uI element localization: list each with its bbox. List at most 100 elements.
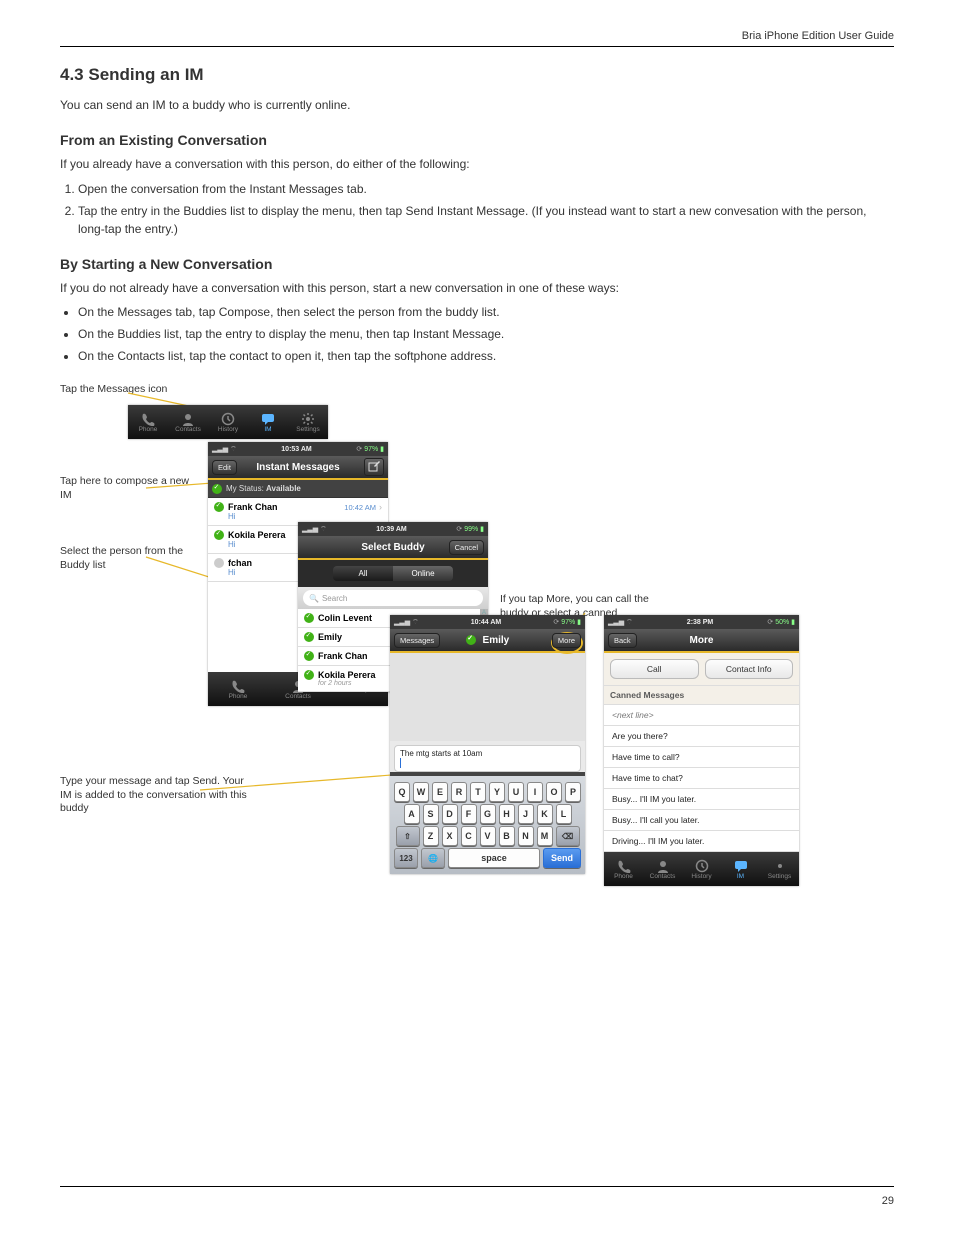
- key-z[interactable]: Z: [423, 826, 439, 846]
- key-h[interactable]: H: [499, 804, 515, 824]
- space-key[interactable]: space: [448, 848, 540, 868]
- text-cursor: [400, 758, 401, 768]
- presence-icon: [304, 613, 314, 623]
- list-item[interactable]: Busy... I'll IM you later.: [604, 789, 799, 810]
- tab-phone[interactable]: Phone: [208, 672, 268, 706]
- key-c[interactable]: C: [461, 826, 477, 846]
- statusbar-a: ▂▃▅ ⌔ 10:53 AM ⟳ 97% ▮: [208, 442, 388, 456]
- key-n[interactable]: N: [518, 826, 534, 846]
- key-b[interactable]: B: [499, 826, 515, 846]
- list-item[interactable]: Have time to chat?: [604, 768, 799, 789]
- tab-im[interactable]: IM: [721, 852, 760, 886]
- list-item[interactable]: Are you there?: [604, 726, 799, 747]
- tab-history[interactable]: History: [682, 852, 721, 886]
- presence-icon: [214, 558, 224, 568]
- search-input[interactable]: Search: [303, 590, 483, 606]
- bullet-2: On the Buddies list, tap the entry to di…: [78, 325, 894, 343]
- method1-steps: Open the conversation from the Instant M…: [78, 180, 894, 238]
- key-i[interactable]: I: [527, 782, 543, 802]
- list-item[interactable]: Driving... I'll IM you later.: [604, 831, 799, 852]
- backspace-key[interactable]: ⌫: [556, 826, 580, 846]
- back-button[interactable]: Back: [608, 633, 637, 648]
- call-button[interactable]: Call: [610, 659, 699, 679]
- my-status-row[interactable]: My Status: Available: [208, 480, 388, 498]
- battery-b: 99%: [464, 526, 478, 533]
- edit-button[interactable]: Edit: [212, 460, 237, 475]
- tab-contacts[interactable]: Contacts: [168, 405, 208, 439]
- list-item[interactable]: Have time to call?: [604, 747, 799, 768]
- list-item[interactable]: Busy... I'll call you later.: [604, 810, 799, 831]
- key-g[interactable]: G: [480, 804, 496, 824]
- key-u[interactable]: U: [508, 782, 524, 802]
- send-key[interactable]: Send: [543, 848, 581, 868]
- tab-phone[interactable]: Phone: [604, 852, 643, 886]
- statusbar-c: ▂▃▅ ⌔ 10:44 AM ⟳ 97% ▮: [390, 615, 585, 629]
- key-d[interactable]: D: [442, 804, 458, 824]
- key-k[interactable]: K: [537, 804, 553, 824]
- list-item[interactable]: <next line>: [604, 705, 799, 726]
- more-button[interactable]: More: [552, 633, 581, 648]
- tab-contacts-label: Contacts: [175, 426, 201, 433]
- contact-info-button[interactable]: Contact Info: [705, 659, 794, 679]
- key-r[interactable]: R: [451, 782, 467, 802]
- keyboard: QWERTYUIOP ASDFGHJKL ⇧ ZXCVBNM ⌫ 123 🌐 s…: [390, 776, 585, 874]
- key-y[interactable]: Y: [489, 782, 505, 802]
- key-o[interactable]: O: [546, 782, 562, 802]
- search-bar: Search: [298, 587, 488, 609]
- key-s[interactable]: S: [423, 804, 439, 824]
- tab-history[interactable]: History: [208, 405, 248, 439]
- bullet-1: On the Messages tab, tap Compose, then s…: [78, 303, 894, 321]
- history-icon: [694, 859, 710, 873]
- header-rule: [60, 46, 894, 47]
- canned-list: <next line> Are you there? Have time to …: [604, 705, 799, 852]
- status-dot-icon: [212, 484, 222, 494]
- key-l[interactable]: L: [556, 804, 572, 824]
- shift-key[interactable]: ⇧: [396, 826, 420, 846]
- message-input[interactable]: The mtg starts at 10am: [394, 745, 581, 772]
- key-m[interactable]: M: [537, 826, 553, 846]
- tab-im-label: IM: [264, 426, 271, 433]
- seg-all[interactable]: All: [333, 566, 393, 581]
- cancel-button[interactable]: Cancel: [449, 540, 484, 555]
- key-v[interactable]: V: [480, 826, 496, 846]
- presence-icon: [214, 502, 224, 512]
- compose-button[interactable]: [364, 458, 384, 476]
- key-j[interactable]: J: [518, 804, 534, 824]
- key-q[interactable]: Q: [394, 782, 410, 802]
- tab-im[interactable]: IM: [248, 405, 288, 439]
- key-t[interactable]: T: [470, 782, 486, 802]
- navbar-d: Back More: [604, 629, 799, 653]
- contact-name: Frank Chan: [228, 502, 344, 512]
- numbers-key[interactable]: 123: [394, 848, 418, 868]
- signal-icon: ▂▃▅ ⌔: [212, 445, 237, 454]
- callout-4: Type your message and tap Send. Your IM …: [60, 775, 250, 816]
- tabbar-standalone: Phone Contacts History IM Settings: [128, 405, 328, 439]
- phone-compose: ▂▃▅ ⌔ 10:44 AM ⟳ 97% ▮ Messages Emily Mo…: [390, 615, 585, 874]
- contacts-icon: [655, 859, 671, 873]
- status-label: My Status:: [226, 484, 264, 493]
- key-w[interactable]: W: [413, 782, 429, 802]
- method2-bullets: On the Messages tab, tap Compose, then s…: [78, 303, 894, 365]
- messages-back-button[interactable]: Messages: [394, 633, 440, 648]
- segmented-control[interactable]: All Online: [333, 566, 453, 581]
- method1-text: If you already have a conversation with …: [60, 156, 894, 173]
- key-a[interactable]: A: [404, 804, 420, 824]
- tab-contacts[interactable]: Contacts: [643, 852, 682, 886]
- tab-phone[interactable]: Phone: [128, 405, 168, 439]
- battery-a: 97%: [364, 446, 378, 453]
- tab-settings[interactable]: Settings: [288, 405, 328, 439]
- phone-icon: [140, 412, 156, 426]
- key-e[interactable]: E: [432, 782, 448, 802]
- globe-key[interactable]: 🌐: [421, 848, 445, 868]
- message-input-value: The mtg starts at 10am: [400, 749, 482, 758]
- key-x[interactable]: X: [442, 826, 458, 846]
- settings-icon: [300, 412, 316, 426]
- seg-online[interactable]: Online: [393, 566, 453, 581]
- tab-history-label: History: [218, 426, 238, 433]
- method2-title: By Starting a New Conversation: [60, 256, 894, 272]
- tab-settings[interactable]: Settings: [760, 852, 799, 886]
- signal-icon: ▂▃▅ ⌔: [302, 525, 327, 534]
- key-f[interactable]: F: [461, 804, 477, 824]
- key-p[interactable]: P: [565, 782, 581, 802]
- screenshot-composite: Tap the Messages icon Tap here to compos…: [60, 375, 894, 915]
